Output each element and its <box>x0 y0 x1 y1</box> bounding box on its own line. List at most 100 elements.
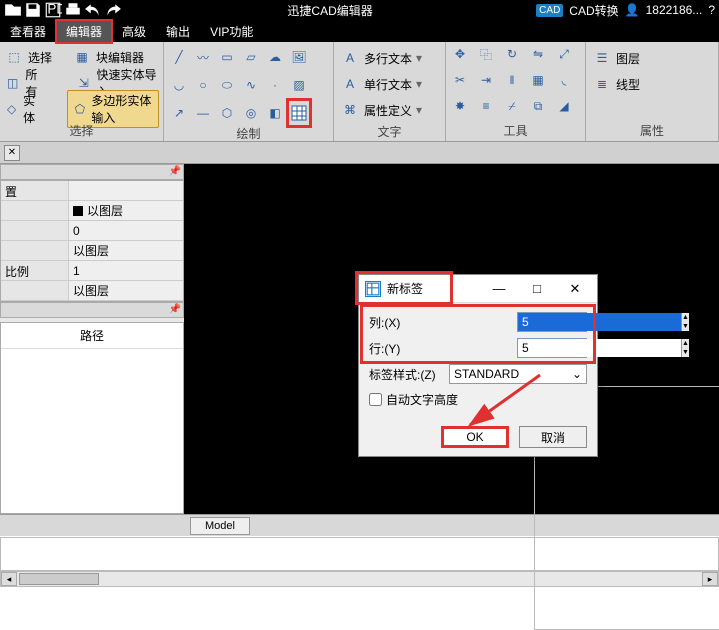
undo-icon[interactable] <box>84 1 102 19</box>
redo-icon[interactable] <box>104 1 122 19</box>
rows-label: 行:(Y) <box>369 340 443 357</box>
properties-panel: 📌 置 以图层 0 以图层 比例1 以图层 📌 路径 <box>0 164 184 514</box>
spline-icon[interactable]: ∿ <box>240 72 262 98</box>
trim-icon[interactable]: ✂ <box>450 70 470 90</box>
ribbon-label-draw: 绘制 <box>168 126 329 142</box>
menu-vip[interactable]: VIP功能 <box>200 20 263 43</box>
help-icon[interactable]: ? <box>708 3 715 17</box>
ellipse-icon[interactable]: ⬭ <box>216 72 238 98</box>
pin-icon[interactable]: 📌 <box>169 304 181 315</box>
attdef-icon[interactable]: ⌘ <box>340 100 360 120</box>
ray-icon[interactable]: ↗ <box>168 100 190 126</box>
row-down-icon[interactable]: ▼ <box>682 348 689 357</box>
scroll-left-icon[interactable]: ◂ <box>1 572 17 586</box>
blockedit-icon[interactable]: ▦ <box>72 47 92 67</box>
fillet-icon[interactable]: ◟ <box>554 70 574 90</box>
layer-icon[interactable]: ☰ <box>592 48 612 68</box>
stext-icon[interactable]: A <box>340 74 360 94</box>
all-icon[interactable]: ◫ <box>4 73 21 93</box>
menu-editor[interactable]: 编辑器 <box>56 20 112 43</box>
chevron-down-icon: ⌄ <box>572 367 582 381</box>
color-swatch <box>73 206 83 216</box>
region-icon[interactable]: ▱ <box>240 44 262 70</box>
tools-grid: ✥ ⿻ ↻ ⇋ ⤢ ✂ ⇥ ‖ ▦ ◟ ✸ ≡ ⌿ ⧉ ◢ <box>450 44 581 120</box>
mirror-icon[interactable]: ⇋ <box>528 44 548 64</box>
rotate-icon[interactable]: ↻ <box>502 44 522 64</box>
circle-icon[interactable]: ○ <box>192 72 214 98</box>
scroll-thumb[interactable] <box>19 573 99 585</box>
columns-input[interactable] <box>518 313 681 331</box>
close-button[interactable]: ✕ <box>559 281 591 297</box>
explode-icon[interactable]: ✸ <box>450 96 470 116</box>
menu-viewer[interactable]: 查看器 <box>0 20 56 43</box>
polygon-icon: ⬠ <box>72 99 87 119</box>
polygon2-icon[interactable]: ⬡ <box>216 100 238 126</box>
align-icon[interactable]: ≡ <box>476 96 496 116</box>
table-icon[interactable] <box>288 100 310 126</box>
pin-icon[interactable]: 📌 <box>169 166 181 177</box>
col-up-icon[interactable]: ▲ <box>682 313 689 322</box>
donut-icon[interactable]: ◎ <box>240 100 262 126</box>
mtext-icon[interactable]: A <box>340 48 360 68</box>
minimize-button[interactable]: — <box>483 281 515 296</box>
extend-icon[interactable]: ⇥ <box>476 70 496 90</box>
save-icon[interactable] <box>24 1 42 19</box>
linetype-icon[interactable]: ≣ <box>592 74 612 94</box>
scale-icon[interactable]: ⤢ <box>554 44 574 64</box>
auto-height-label: 自动文字高度 <box>386 391 458 408</box>
properties-grid: 置 以图层 0 以图层 比例1 以图层 <box>0 180 184 302</box>
ribbon: ⬚选择▦块编辑器 ◫所有⇲快速实体导入 ◇实体⬠多边形实体输入 选择 ╱ 〰 ▭… <box>0 42 719 142</box>
select-icon[interactable]: ⬚ <box>4 47 24 67</box>
columns-spinner[interactable]: ▲▼ <box>517 312 587 332</box>
columns-label: 列:(X) <box>369 314 443 331</box>
doc-close-button[interactable]: ✕ <box>4 145 20 161</box>
dialog-titlebar[interactable]: 新标签 — □ ✕ <box>359 275 597 303</box>
ok-button[interactable]: OK <box>441 426 509 448</box>
menu-advanced[interactable]: 高级 <box>112 20 156 43</box>
copy-icon[interactable]: ⿻ <box>476 44 496 64</box>
break-icon[interactable]: ⌿ <box>502 96 522 116</box>
rows-input[interactable] <box>518 339 681 357</box>
title-bar: PDF 迅捷CAD编辑器 CAD CAD转换 👤 1822186... ? <box>0 0 719 20</box>
arc-icon[interactable]: ◡ <box>168 72 190 98</box>
panel-header[interactable]: 📌 <box>0 164 184 180</box>
rows-spinner[interactable]: ▲▼ <box>517 338 587 358</box>
col-down-icon[interactable]: ▼ <box>682 322 689 331</box>
move-icon[interactable]: ✥ <box>450 44 470 64</box>
join-icon[interactable]: ⧉ <box>528 96 548 116</box>
point-icon[interactable]: · <box>264 72 286 98</box>
pdf-icon[interactable]: PDF <box>44 1 62 19</box>
model-tab[interactable]: Model <box>190 517 250 535</box>
cancel-button[interactable]: 取消 <box>519 426 587 448</box>
block-icon[interactable]: ◧ <box>264 100 286 126</box>
ribbon-label-text: 文字 <box>338 124 441 140</box>
path-panel: 路径 <box>0 322 184 514</box>
style-select[interactable]: STANDARD⌄ <box>449 364 587 384</box>
cloud-icon[interactable]: ☁ <box>264 44 286 70</box>
user-label[interactable]: 1822186... <box>646 3 703 17</box>
style-label: 标签样式:(Z) <box>369 366 443 383</box>
offset-icon[interactable]: ‖ <box>502 70 522 90</box>
hatch-icon[interactable]: ▨ <box>288 72 310 98</box>
cad-convert-link[interactable]: CAD转换 <box>569 2 618 19</box>
entity-icon[interactable]: ◇ <box>4 99 19 119</box>
open-icon[interactable] <box>4 1 22 19</box>
dialog-title: 新标签 <box>387 280 477 297</box>
auto-height-checkbox[interactable] <box>369 393 382 406</box>
print-icon[interactable] <box>64 1 82 19</box>
menu-output[interactable]: 输出 <box>156 20 200 43</box>
chamfer-icon[interactable]: ◢ <box>554 96 574 116</box>
row-up-icon[interactable]: ▲ <box>682 339 689 348</box>
panel-header-2[interactable]: 📌 <box>0 302 184 318</box>
array-icon[interactable]: ▦ <box>528 70 548 90</box>
doc-tab-strip: ✕ <box>0 142 719 164</box>
line-icon[interactable]: ╱ <box>168 44 190 70</box>
user-icon: 👤 <box>625 3 640 17</box>
ribbon-label-select: 选择 <box>4 123 159 139</box>
image-icon[interactable]: 🖼 <box>288 44 310 70</box>
pline-icon[interactable]: 〰 <box>192 44 214 70</box>
maximize-button[interactable]: □ <box>521 281 553 296</box>
ribbon-label-layer: 属性 <box>590 123 714 139</box>
rect-icon[interactable]: ▭ <box>216 44 238 70</box>
xline-icon[interactable]: — <box>192 100 214 126</box>
